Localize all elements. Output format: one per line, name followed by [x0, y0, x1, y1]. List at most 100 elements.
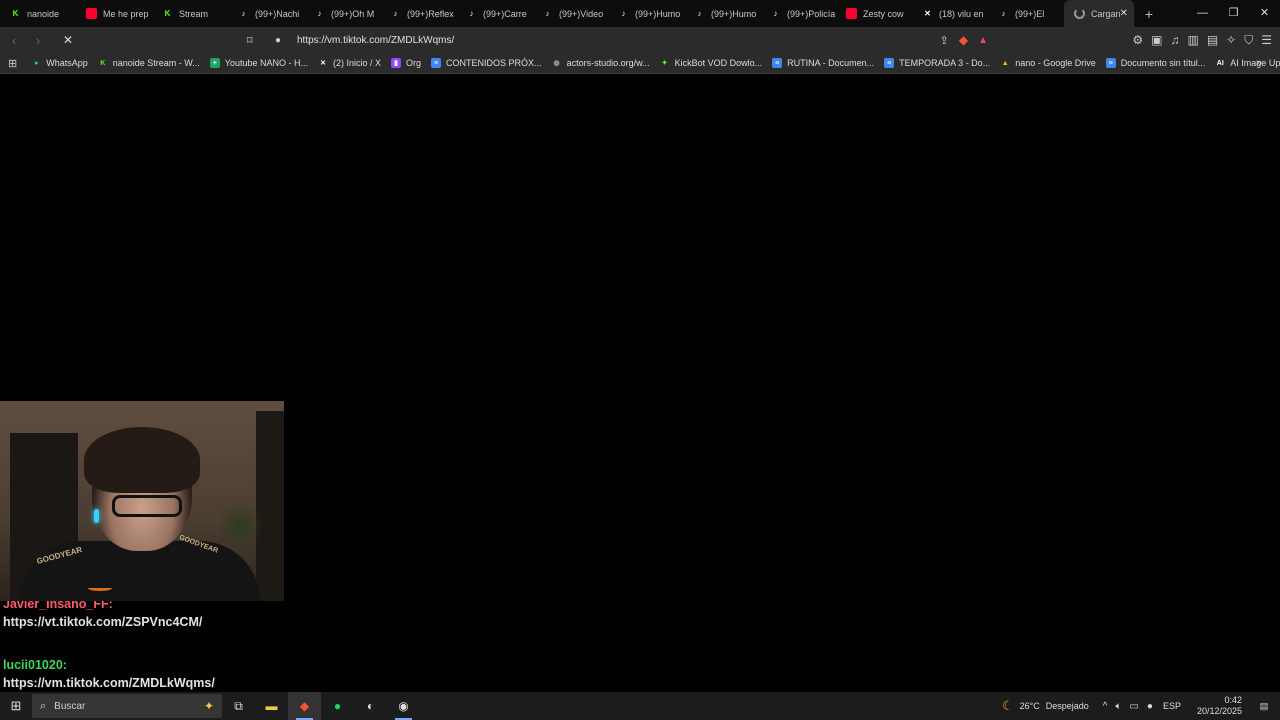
tab[interactable]: ♪ (99+)Oh M — [304, 0, 380, 27]
apps-icon[interactable]: ⊞ — [8, 57, 17, 70]
taskbar-search[interactable]: ⌕ Buscar ✦ — [32, 694, 222, 718]
close-tab-icon[interactable]: ✕ — [1120, 8, 1128, 19]
tab[interactable]: Me he prep — [76, 0, 152, 27]
kick-icon: K — [100, 59, 106, 67]
bookmark-item[interactable]: + Youtube NANO - H... — [209, 58, 308, 68]
network-icon[interactable]: ▭ — [1129, 701, 1138, 712]
close-window-icon[interactable]: ✕ — [1249, 0, 1280, 27]
bookmark-item[interactable]: ≡ CONTENIDOS PRÓX... — [431, 58, 542, 68]
clock-date: 20/12/2025 — [1196, 706, 1242, 716]
bookmark-item[interactable]: ≡ TEMPORADA 3 - Do... — [884, 58, 990, 68]
spotify-icon[interactable]: ● — [321, 692, 354, 720]
bookmark-item[interactable]: ≡ RUTINA - Documen... — [772, 58, 874, 68]
tiktok-icon: ♪ — [241, 9, 246, 18]
vpn-icon[interactable]: ⛉ — [1244, 33, 1253, 48]
tab[interactable]: ♪ (99+)El — [988, 0, 1064, 27]
menu-icon[interactable]: ☰ — [1261, 33, 1272, 47]
site-info-icon[interactable]: ● — [275, 35, 291, 46]
tab-active-label: Cargan — [1091, 8, 1121, 19]
wallet-icon[interactable]: ▤ — [1207, 33, 1218, 47]
tab[interactable]: ♪ (99+)Video — [532, 0, 608, 27]
screenshot-icon[interactable]: ▣ — [1151, 33, 1162, 47]
loading-spinner-icon — [1074, 8, 1085, 19]
drive-icon: ▲ — [1001, 59, 1009, 67]
share-icon[interactable]: ⇪ — [940, 34, 949, 47]
microphone-icon[interactable]: ● — [1147, 701, 1153, 712]
brave-rewards-icon[interactable]: ▲ — [978, 35, 988, 46]
clock[interactable]: 0:42 20/12/2025 — [1197, 695, 1242, 717]
tiktok-icon: ♪ — [393, 9, 398, 18]
x-icon: ✕ — [924, 9, 931, 18]
file-explorer-icon[interactable]: ▬ — [255, 692, 288, 720]
kick-icon: K — [12, 9, 19, 18]
tab[interactable]: ♪ (99+)Humo — [608, 0, 684, 27]
tab[interactable]: ♪ (99+)Humo — [684, 0, 760, 27]
tab[interactable]: ✕ (18) vilu en — [912, 0, 988, 27]
bookmark-item[interactable]: AIAI Image Upscaler |... — [1215, 58, 1280, 68]
sidebar-icon[interactable]: ▥ — [1187, 33, 1198, 47]
leo-ai-icon[interactable]: ✧ — [1226, 33, 1236, 47]
tab[interactable]: ♪ (99+)Nachi — [228, 0, 304, 27]
bookmark-item[interactable]: Knanoide Stream - W... — [98, 58, 200, 68]
tab-label: (99+)Oh M — [331, 8, 375, 19]
tiktok-icon: ♪ — [621, 9, 626, 18]
window-controls: — ❐ ✕ — [1187, 0, 1280, 27]
back-icon[interactable]: ‹ — [4, 33, 24, 48]
tab-active[interactable]: Cargan ✕ — [1064, 0, 1134, 27]
bookmark-label: actors-studio.org/w... — [566, 58, 650, 68]
tiktok-icon: ♪ — [317, 9, 322, 18]
brave-shields-icon[interactable]: ◆ — [959, 33, 968, 47]
bookmark-label: CONTENIDOS PRÓX... — [446, 58, 542, 68]
notifications-icon[interactable]: ▤ — [1254, 701, 1274, 712]
tab-label: Stream — [179, 8, 209, 19]
weather-widget[interactable]: ☾ 26°C Despejado — [1002, 698, 1089, 714]
tab-label: (99+)El — [1015, 8, 1045, 19]
bookmark-label: Documento sin títul... — [1120, 58, 1206, 68]
url-text[interactable]: https://vm.tiktok.com/ZMDLkWqms/ — [297, 35, 454, 46]
tab-label: (99+)Humo — [635, 8, 681, 19]
bookmark-item[interactable]: ◍ actors-studio.org/w... — [552, 58, 650, 68]
weather-desc: Despejado — [1045, 701, 1089, 711]
tab[interactable]: ♪ (99+)Policía — [760, 0, 836, 27]
ai-icon: AI — [1216, 59, 1224, 67]
bookmark-item[interactable]: ✕ (2) Inicio / X — [318, 58, 381, 68]
obs-icon[interactable]: ◉ — [387, 692, 420, 720]
chevron-up-icon[interactable]: ^ — [1103, 701, 1108, 712]
app-icon[interactable]: ◐ — [354, 692, 387, 720]
new-tab-button[interactable]: + — [1134, 6, 1164, 22]
media-icon[interactable]: ♫ — [1170, 33, 1179, 47]
extensions-icon[interactable]: ⚙ — [1132, 33, 1143, 47]
brave-browser-icon[interactable]: ◆ — [288, 692, 321, 720]
bookmark-item[interactable]: ● WhatsApp — [31, 58, 88, 68]
tab[interactable]: ♪ (99+)Carre — [456, 0, 532, 27]
bookmark-icon[interactable]: ⌑ — [247, 34, 263, 47]
youtube-icon — [86, 8, 97, 19]
webcam-glasses — [112, 495, 182, 517]
tab-label: Me he prep — [103, 8, 149, 19]
tab[interactable]: Knanoide — [0, 0, 76, 27]
language-indicator[interactable]: ESP — [1163, 701, 1181, 711]
tab[interactable]: Zesty cow — [836, 0, 912, 27]
tab-label: (99+)Carre — [483, 8, 527, 19]
volume-icon[interactable]: 🔈︎ — [1115, 701, 1121, 712]
docs-icon: ≡ — [431, 58, 442, 68]
bookmark-label: TEMPORADA 3 - Do... — [899, 58, 991, 68]
tab[interactable]: ♪ (99+)Reflex — [380, 0, 456, 27]
bookmark-label: WhatsApp — [46, 58, 88, 68]
windows-start-icon[interactable]: ⊞ — [0, 698, 32, 714]
bookmark-item[interactable]: ▲ nano - Google Drive — [1000, 58, 1096, 68]
restore-icon[interactable]: ❐ — [1218, 0, 1249, 27]
chat-text: https://vm.tiktok.com/ZMDLkWqms/ — [3, 676, 215, 690]
forward-icon[interactable]: › — [28, 33, 48, 48]
more-bookmarks-icon[interactable]: » — [1256, 57, 1262, 69]
tab-label: (99+)Policía — [787, 8, 835, 19]
address-bar[interactable]: ⌑ ● https://vm.tiktok.com/ZMDLkWqms/ ⇪ ◆… — [243, 29, 988, 51]
minimize-icon[interactable]: — — [1187, 0, 1218, 27]
kickbot-icon: ✦ — [661, 60, 668, 67]
bookmark-item[interactable]: ≡ Documento sin títul... — [1105, 58, 1206, 68]
tab[interactable]: K Stream — [152, 0, 228, 27]
task-view-icon[interactable]: ⧉ — [222, 692, 255, 720]
bookmark-item[interactable]: ▮ Org — [391, 58, 421, 68]
stop-loading-icon[interactable]: ✕ — [58, 33, 78, 47]
bookmark-item[interactable]: ✦ KickBot VOD Dowlo... — [660, 58, 762, 68]
